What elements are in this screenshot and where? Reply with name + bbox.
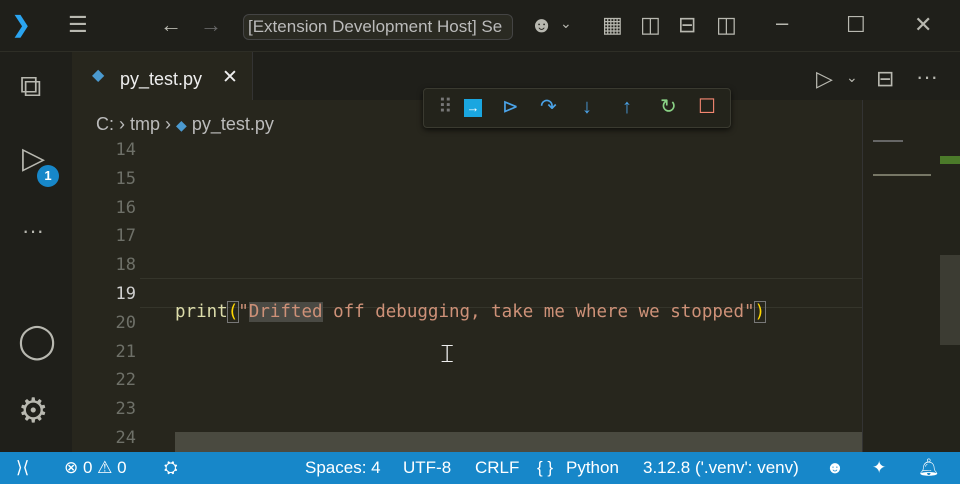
step-out-icon[interactable]: ↑	[622, 97, 632, 117]
chevron-down-icon[interactable]: ⌄	[846, 70, 858, 84]
tab-py-test[interactable]: ◆ py_test.py ✕	[72, 52, 253, 102]
line-number: 16	[115, 197, 136, 218]
line-number: 21	[115, 341, 136, 362]
eol-button[interactable]: CRLF	[475, 458, 519, 478]
activity-bar: ⧉ ▷ 1 ··· ◯ ⚙	[0, 52, 72, 452]
account-icon[interactable]: ◯	[18, 324, 56, 358]
horizontal-scrollbar[interactable]	[175, 432, 862, 452]
command-center[interactable]: [Extension Development Host] Se	[243, 14, 513, 40]
toggle-secondary-sidebar-icon[interactable]: ◫	[716, 14, 737, 36]
breadcrumb: C: › tmp › ◆ py_test.py	[96, 114, 274, 134]
toggle-sidebar-icon[interactable]: ◫	[640, 14, 661, 36]
text-cursor-icon: 𝙸	[438, 338, 457, 368]
explorer-icon[interactable]: ⧉	[20, 72, 41, 102]
line-number: 24	[115, 428, 136, 448]
line-number: 20	[115, 312, 136, 333]
stop-icon[interactable]: ☐	[698, 97, 716, 117]
code-paren: (	[226, 301, 240, 323]
language-braces-icon: { }	[537, 458, 554, 477]
line-number: 14	[115, 140, 136, 160]
interpreter-button[interactable]: 3.12.8 ('.venv': venv)	[643, 458, 799, 478]
encoding-button[interactable]: UTF-8	[403, 458, 451, 478]
copilot-icon[interactable]: ☻	[530, 14, 553, 36]
line-number: 18	[115, 255, 136, 276]
code-quote: "	[238, 302, 249, 322]
step-continue-icon[interactable]: ⊳	[502, 97, 519, 117]
vertical-scrollbar[interactable]	[940, 100, 960, 452]
line-number: 22	[115, 370, 136, 391]
code-selection: Drifted	[248, 302, 323, 322]
error-count: 0	[82, 458, 93, 477]
sparkle-icon[interactable]: ✦	[872, 458, 886, 478]
more-actions-icon[interactable]: ···	[916, 66, 938, 88]
line-number: 15	[115, 168, 136, 189]
drag-handle-icon[interactable]: ⠿	[438, 97, 453, 117]
line-number: 17	[115, 226, 136, 247]
code-string: off debugging, take me where we stopped	[322, 302, 744, 322]
remote-icon[interactable]: ⟩⟨	[16, 458, 29, 478]
warning-count: 0	[117, 458, 127, 477]
maximize-icon[interactable]: ☐	[846, 14, 866, 36]
step-into-icon[interactable]: ↓	[582, 97, 592, 117]
minimap[interactable]	[862, 100, 940, 452]
more-icon[interactable]: ···	[22, 220, 44, 242]
indentation-button[interactable]: Spaces: 4	[305, 458, 381, 478]
tab-label: py_test.py	[120, 69, 203, 89]
chevron-down-icon[interactable]: ⌄	[560, 16, 572, 30]
editor[interactable]	[72, 100, 940, 452]
copilot-icon[interactable]: ☻	[826, 458, 844, 478]
step-over-icon[interactable]: ↷	[540, 97, 557, 117]
breadcrumb-drive[interactable]: C:	[96, 114, 114, 134]
language-button[interactable]: Python	[566, 458, 619, 478]
debug-toolbar: ⠿ → ⊳ ↷ ↓ ↑ ↻ ☐	[423, 88, 731, 128]
code-paren: )	[753, 301, 767, 323]
back-arrow-icon[interactable]: ←	[160, 14, 182, 36]
continue-icon[interactable]: →	[464, 99, 482, 117]
debug-status-icon[interactable]: ⛭	[164, 458, 178, 478]
gear-icon[interactable]: ⚙	[18, 394, 48, 428]
breadcrumb-folder[interactable]: tmp	[130, 114, 160, 134]
line-number: 23	[115, 399, 136, 420]
forward-arrow-icon[interactable]: →	[200, 14, 222, 36]
restart-icon[interactable]: ↻	[660, 97, 677, 117]
breadcrumb-file[interactable]: py_test.py	[192, 114, 274, 134]
code-line-19[interactable]: print("Drifted off debugging, take me wh…	[175, 282, 767, 323]
bell-icon[interactable]: 🔔︎	[918, 458, 940, 478]
problems-button[interactable]: ⊗ 0 ⚠ 0	[64, 458, 127, 478]
close-icon[interactable]: ✕	[222, 68, 238, 87]
menu-icon[interactable]: ☰	[68, 14, 88, 36]
close-window-icon[interactable]: ✕	[914, 14, 932, 36]
code-quote: "	[743, 302, 755, 322]
status-bar: ⟩⟨ ⊗ 0 ⚠ 0 ⛭ Spaces: 4 UTF-8 CRLF { } Py…	[0, 452, 960, 484]
vscode-logo-icon: ❯	[12, 12, 31, 37]
minimize-icon[interactable]: –	[776, 12, 788, 34]
code-function: print	[175, 302, 228, 322]
python-file-icon: ◆	[176, 117, 187, 133]
toggle-panel-icon[interactable]: ⊟	[678, 14, 696, 36]
run-icon[interactable]: ▷	[816, 68, 833, 90]
customize-layout-icon[interactable]: ▦	[602, 14, 623, 36]
line-number: 19	[115, 284, 136, 304]
split-editor-icon[interactable]: ⊟	[876, 68, 894, 90]
title-bar: ❯ ☰ ← → [Extension Development Host] Se …	[0, 0, 960, 52]
python-file-icon: ◆	[92, 67, 105, 84]
debug-badge: 1	[37, 165, 59, 187]
